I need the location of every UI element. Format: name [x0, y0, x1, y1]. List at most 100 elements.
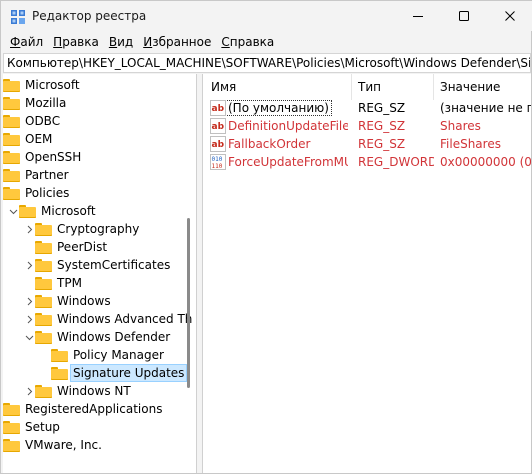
tree-item-label: Partner — [25, 168, 69, 182]
svg-text:ab: ab — [212, 104, 225, 114]
column-header-name[interactable]: Имя — [211, 80, 236, 94]
chevron-down-icon[interactable] — [7, 202, 19, 220]
tree-item-microsoft[interactable]: Microsoft — [3, 76, 183, 94]
tree-item-label: OpenSSH — [25, 150, 82, 164]
tree-item-oem[interactable]: OEM — [3, 130, 183, 148]
menu-help-accel: С — [221, 35, 230, 49]
title-bar[interactable]: Редактор реестра — [1, 1, 532, 31]
menu-view[interactable]: Вид — [104, 35, 138, 49]
list-row-fallbackorder[interactable]: ab FallbackOrder REG_SZ FileShares — [203, 135, 531, 153]
tree-pane[interactable]: Microsoft Mozilla ODBC OEM OpenSSH Partn… — [3, 74, 197, 473]
menu-file-accel: Ф — [10, 35, 21, 49]
tree-item-systemcertificates[interactable]: SystemCertificates — [23, 256, 196, 274]
tree-item-setup[interactable]: Setup — [3, 418, 183, 436]
folder-open-icon — [3, 186, 20, 200]
menu-file[interactable]: Файл — [5, 35, 48, 49]
tree-item-windows-advanced-threat[interactable]: Windows Advanced Th — [23, 310, 196, 328]
menu-edit-accel: П — [53, 35, 63, 49]
list-row-definitionupdatefilesharessources[interactable]: ab DefinitionUpdateFileSharesSources REG… — [203, 117, 531, 135]
menu-view-accel: В — [108, 35, 118, 49]
tree-item-label: Windows Advanced Th — [57, 312, 193, 326]
tree-item-label: PeerDist — [57, 240, 108, 254]
folder-icon — [35, 294, 52, 308]
menu-favorites-accel: И — [143, 35, 153, 49]
svg-text:110: 110 — [212, 163, 223, 170]
tree-item-policy-manager[interactable]: Policy Manager — [51, 346, 196, 364]
minimize-icon — [413, 16, 423, 17]
column-header-value[interactable]: Значение — [440, 80, 500, 94]
menu-edit-label: равка — [62, 35, 99, 49]
folder-icon — [35, 384, 52, 398]
list-row-default[interactable]: ab (По умолчанию) REG_SZ (значение не пр… — [203, 99, 531, 117]
chevron-right-icon[interactable] — [23, 220, 35, 238]
menu-favorites[interactable]: Избранное — [138, 35, 216, 49]
close-icon — [505, 11, 515, 21]
tree-item-policies-microsoft[interactable]: Microsoft — [7, 202, 187, 220]
list-header: Имя Тип Значение — [203, 74, 531, 100]
value-name: DefinitionUpdateFileSharesSources — [228, 119, 348, 133]
tree-item-odbc[interactable]: ODBC — [3, 112, 183, 130]
chevron-right-icon[interactable] — [23, 256, 35, 274]
values-list-pane[interactable]: Имя Тип Значение ab (По умолчанию) REG_S… — [202, 74, 531, 473]
tree-item-label: Mozilla — [25, 96, 67, 110]
tree-scrollbar-thumb[interactable] — [187, 218, 190, 388]
tree-item-windows[interactable]: Windows — [23, 292, 196, 310]
tree-item-label: VMware, Inc. — [25, 438, 102, 452]
tree-item-mozilla[interactable]: Mozilla — [3, 94, 183, 112]
svg-text:010: 010 — [212, 156, 223, 163]
tree-item-label: SystemCertificates — [57, 258, 171, 272]
chevron-right-icon[interactable] — [23, 382, 35, 400]
tree-item-label: Microsoft — [25, 78, 80, 92]
column-divider[interactable] — [433, 74, 434, 100]
value-type: REG_SZ — [358, 101, 406, 115]
menu-view-label: ид — [117, 35, 134, 49]
column-header-type[interactable]: Тип — [358, 80, 381, 94]
folder-icon — [51, 366, 68, 380]
list-row-forceupdatefrommu[interactable]: 010 110 ForceUpdateFromMU REG_DWORD 0x00… — [203, 153, 531, 171]
tree-item-signature-updates[interactable]: Signature Updates — [51, 364, 196, 382]
dword-value-icon: 010 110 — [210, 154, 226, 170]
menu-help[interactable]: Справка — [216, 35, 279, 49]
tree-item-label: Policies — [25, 186, 70, 200]
folder-icon — [3, 78, 20, 92]
tree-item-label: Setup — [25, 420, 60, 434]
tree-item-label: Windows NT — [57, 384, 131, 398]
tree-item-label: Windows — [57, 294, 111, 308]
tree-item-label: Signature Updates — [69, 364, 188, 382]
minimize-button[interactable] — [395, 1, 441, 31]
folder-icon — [35, 312, 52, 326]
svg-text:ab: ab — [212, 122, 225, 132]
svg-text:ab: ab — [212, 140, 225, 150]
menu-favorites-label: збранное — [152, 35, 212, 49]
address-bar[interactable]: Компьютер\HKEY_LOCAL_MACHINE\SOFTWARE\Po… — [3, 53, 531, 73]
tree-item-openssh[interactable]: OpenSSH — [3, 148, 183, 166]
tree-item-label: OEM — [25, 132, 53, 146]
tree-item-tpm[interactable]: TPM — [35, 274, 196, 292]
tree-item-label: Microsoft — [41, 204, 96, 218]
value-data: FileShares — [440, 137, 501, 151]
value-type: REG_SZ — [358, 137, 406, 151]
tree-item-label: ODBC — [25, 114, 61, 128]
tree-item-windows-defender[interactable]: Windows Defender — [23, 328, 196, 346]
chevron-right-icon[interactable] — [23, 292, 35, 310]
window-title: Редактор реестра — [32, 9, 147, 23]
chevron-down-icon[interactable] — [23, 328, 35, 346]
registry-editor-icon — [11, 10, 25, 24]
tree-item-policies[interactable]: Policies — [3, 184, 183, 202]
tree-item-windows-nt[interactable]: Windows NT — [23, 382, 196, 400]
close-button[interactable] — [487, 1, 532, 31]
tree-item-peerdist[interactable]: PeerDist — [35, 238, 196, 256]
menu-file-label: айл — [20, 35, 44, 49]
tree-item-vmware[interactable]: VMware, Inc. — [3, 436, 183, 454]
folder-icon — [3, 168, 20, 182]
menu-edit[interactable]: Правка — [48, 35, 104, 49]
value-type: REG_DWORD — [358, 155, 434, 169]
tree-item-cryptography[interactable]: Cryptography — [23, 220, 196, 238]
column-divider[interactable] — [351, 74, 352, 100]
maximize-button[interactable] — [441, 1, 487, 31]
tree-item-partner[interactable]: Partner — [3, 166, 183, 184]
chevron-right-icon[interactable] — [23, 310, 35, 328]
tree-item-registeredapplications[interactable]: RegisteredApplications — [3, 400, 183, 418]
value-type: REG_SZ — [358, 119, 406, 133]
value-name-text: (По умолчанию) — [226, 100, 332, 116]
